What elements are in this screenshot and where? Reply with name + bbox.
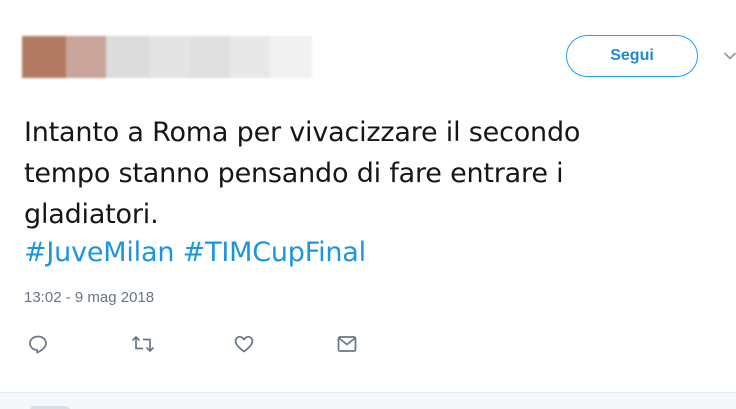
tweet-text-line: gladiatori. [24, 199, 159, 230]
name-blur [230, 36, 270, 78]
follow-button[interactable]: Segui [566, 35, 698, 77]
hashtags: #JuveMilan #TIMCupFinal [24, 235, 366, 271]
reply-icon [29, 335, 47, 354]
retweet-icon [132, 336, 154, 352]
tweet-text-line: Intanto a Roma per vivacizzare il second… [24, 117, 581, 148]
hashtag-link[interactable]: #TIMCupFinal [183, 237, 367, 268]
reply-button[interactable] [24, 330, 52, 358]
heart-icon [234, 335, 254, 353]
tweet-text: Intanto a Roma per vivacizzare il second… [24, 112, 724, 235]
name-blur [106, 36, 150, 78]
name-blur [150, 36, 190, 78]
tweet-timestamp[interactable]: 13:02 - 9 mag 2018 [24, 289, 154, 306]
name-blur [270, 36, 312, 78]
hashtag-link[interactable]: #JuveMilan [24, 237, 174, 268]
chevron-down-icon[interactable] [722, 48, 736, 64]
name-blur [66, 36, 106, 78]
envelope-icon [337, 336, 357, 352]
retweet-button[interactable] [129, 330, 157, 358]
like-button[interactable] [230, 330, 258, 358]
author-blurred [22, 36, 312, 78]
message-button[interactable] [333, 330, 361, 358]
avatar [22, 36, 66, 78]
tweet-text-line: tempo stanno pensando di fare entrare i [24, 158, 564, 189]
name-blur [190, 36, 230, 78]
reply-area-strip [0, 392, 736, 409]
